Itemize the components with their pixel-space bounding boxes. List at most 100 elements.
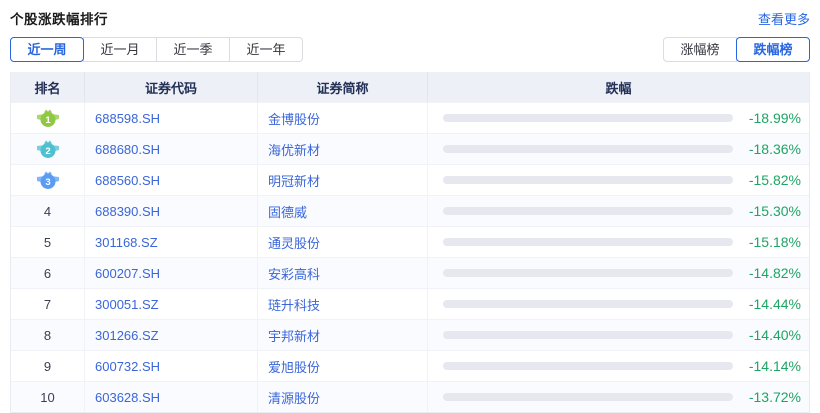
- table-body: 1 688598.SH 金博股份 -18.99% 2: [11, 102, 809, 412]
- rank-cell: 3: [11, 165, 85, 195]
- bar-track: [443, 238, 733, 246]
- rank-cell: 4: [11, 196, 85, 226]
- table-row: 9 600732.SH 爱旭股份 -14.14%: [11, 350, 809, 381]
- security-code-link[interactable]: 688560.SH: [85, 165, 258, 195]
- rank-medal-icon: 1: [36, 108, 60, 128]
- security-name-link[interactable]: 清源股份: [258, 382, 428, 412]
- security-code-link[interactable]: 301266.SZ: [85, 320, 258, 350]
- rank-medal-icon: 3: [36, 170, 60, 190]
- column-header-name: 证券简称: [258, 72, 428, 102]
- rank-number: 10: [40, 390, 54, 405]
- security-name-link[interactable]: 金博股份: [258, 103, 428, 133]
- bar-track: [443, 300, 733, 308]
- svg-text:1: 1: [45, 115, 51, 126]
- security-code-link[interactable]: 300051.SZ: [85, 289, 258, 319]
- svg-text:3: 3: [45, 177, 50, 188]
- security-name-link[interactable]: 爱旭股份: [258, 351, 428, 381]
- table-row: 4 688390.SH 固德威 -15.30%: [11, 195, 809, 226]
- security-name-link[interactable]: 明冠新材: [258, 165, 428, 195]
- board-tab-gainers[interactable]: 涨幅榜: [663, 37, 737, 62]
- column-header-rank: 排名: [11, 72, 85, 102]
- rank-medal-icon: 2: [36, 139, 60, 159]
- change-percent: -18.36%: [733, 141, 809, 157]
- period-tab-last-month[interactable]: 近一月: [83, 37, 157, 62]
- rank-cell: 2: [11, 134, 85, 164]
- change-percent: -14.14%: [733, 358, 809, 374]
- change-percent: -13.72%: [733, 389, 809, 405]
- board-tab-losers[interactable]: 跌幅榜: [736, 37, 810, 62]
- widget-header: 个股涨跌幅排行 查看更多: [10, 8, 810, 28]
- tab-label: 涨幅榜: [680, 42, 719, 57]
- change-percent: -15.82%: [733, 172, 809, 188]
- period-tab-last-year[interactable]: 近一年: [229, 37, 303, 62]
- bar-track: [443, 176, 733, 184]
- page-title: 个股涨跌幅排行: [10, 8, 108, 28]
- change-percent: -18.99%: [733, 110, 809, 126]
- rank-number: 9: [44, 359, 51, 374]
- rank-cell: 10: [11, 382, 85, 412]
- table-row: 3 688560.SH 明冠新材 -15.82%: [11, 164, 809, 195]
- security-name-link[interactable]: 海优新材: [258, 134, 428, 164]
- table-row: 2 688680.SH 海优新材 -18.36%: [11, 133, 809, 164]
- security-code-link[interactable]: 600207.SH: [85, 258, 258, 288]
- security-name-link[interactable]: 固德威: [258, 196, 428, 226]
- rank-number: 5: [44, 235, 51, 250]
- change-percent: -14.82%: [733, 265, 809, 281]
- tab-label: 跌幅榜: [753, 42, 792, 57]
- table-row: 5 301168.SZ 通灵股份 -15.18%: [11, 226, 809, 257]
- tab-label: 近一月: [100, 42, 139, 57]
- security-code-link[interactable]: 603628.SH: [85, 382, 258, 412]
- rank-cell: 5: [11, 227, 85, 257]
- tab-label: 近一季: [173, 42, 212, 57]
- table-row: 6 600207.SH 安彩高科 -14.82%: [11, 257, 809, 288]
- change-percent: -14.44%: [733, 296, 809, 312]
- rank-number: 6: [44, 266, 51, 281]
- security-name-link[interactable]: 通灵股份: [258, 227, 428, 257]
- change-percent: -15.18%: [733, 234, 809, 250]
- rank-number: 4: [44, 204, 51, 219]
- change-cell: -18.36%: [428, 134, 809, 164]
- rank-cell: 7: [11, 289, 85, 319]
- period-tab-group: 近一周 近一月 近一季 近一年: [10, 37, 303, 62]
- rank-cell: 8: [11, 320, 85, 350]
- change-cell: -18.99%: [428, 103, 809, 133]
- rank-cell: 9: [11, 351, 85, 381]
- bar-track: [443, 145, 733, 153]
- security-name-link[interactable]: 琏升科技: [258, 289, 428, 319]
- security-code-link[interactable]: 688390.SH: [85, 196, 258, 226]
- change-cell: -13.72%: [428, 382, 809, 412]
- rank-table: 排名 证券代码 证券简称 跌幅 1 688598.SH 金博股份: [10, 72, 810, 413]
- table-row: 1 688598.SH 金博股份 -18.99%: [11, 102, 809, 133]
- change-cell: -14.82%: [428, 258, 809, 288]
- rank-cell: 6: [11, 258, 85, 288]
- change-percent: -14.40%: [733, 327, 809, 343]
- change-percent: -15.30%: [733, 203, 809, 219]
- bar-track: [443, 362, 733, 370]
- board-tab-group: 涨幅榜 跌幅榜: [663, 37, 810, 62]
- period-tab-last-week[interactable]: 近一周: [10, 37, 84, 62]
- security-name-link[interactable]: 安彩高科: [258, 258, 428, 288]
- security-code-link[interactable]: 600732.SH: [85, 351, 258, 381]
- rank-number: 7: [44, 297, 51, 312]
- view-more-link[interactable]: 查看更多: [758, 9, 810, 28]
- table-header-row: 排名 证券代码 证券简称 跌幅: [11, 72, 809, 102]
- period-tab-last-quarter[interactable]: 近一季: [156, 37, 230, 62]
- column-header-code: 证券代码: [85, 72, 258, 102]
- change-cell: -15.30%: [428, 196, 809, 226]
- bar-track: [443, 207, 733, 215]
- change-cell: -14.14%: [428, 351, 809, 381]
- rank-number: 8: [44, 328, 51, 343]
- bar-track: [443, 331, 733, 339]
- security-code-link[interactable]: 688680.SH: [85, 134, 258, 164]
- security-code-link[interactable]: 301168.SZ: [85, 227, 258, 257]
- change-cell: -15.82%: [428, 165, 809, 195]
- security-code-link[interactable]: 688598.SH: [85, 103, 258, 133]
- security-name-link[interactable]: 宇邦新材: [258, 320, 428, 350]
- tab-label: 近一周: [27, 42, 66, 57]
- table-row: 8 301266.SZ 宇邦新材 -14.40%: [11, 319, 809, 350]
- svg-text:2: 2: [45, 146, 50, 157]
- filter-bar: 近一周 近一月 近一季 近一年 涨幅榜 跌幅榜: [10, 37, 810, 62]
- column-header-change: 跌幅: [428, 72, 809, 102]
- rank-cell: 1: [11, 103, 85, 133]
- change-cell: -14.40%: [428, 320, 809, 350]
